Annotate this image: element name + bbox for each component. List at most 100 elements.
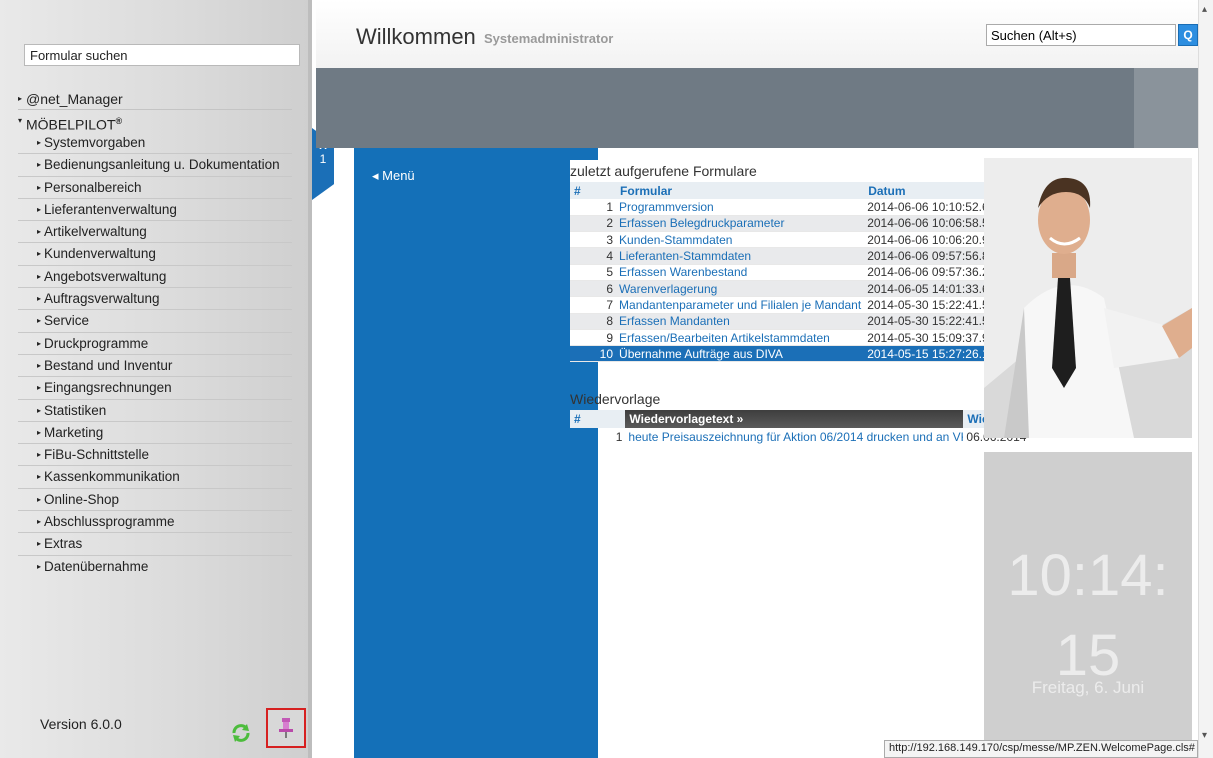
table-row[interactable]: 10 Übernahme Aufträge aus DIVA 2014-05-15 … — [570, 345, 1025, 363]
caret-right-icon: ▸ — [37, 271, 42, 281]
nav-item-net-manager[interactable]: ▸ @net_Manager — [18, 88, 292, 110]
table-row[interactable]: 3 Kunden-Stammdaten 2014-06-06 10:06:20.98… — [570, 231, 1025, 249]
pin-button[interactable] — [266, 708, 306, 748]
caret-right-icon: ▸ — [37, 338, 42, 348]
caret-right-icon: ▸ — [37, 182, 42, 192]
sidebar-item-label: Marketing — [44, 424, 104, 440]
recent-forms-title: zuletzt aufgerufene Formulare — [570, 163, 757, 179]
row-form-link[interactable]: Mandantenparameter und Filialen je Manda… — [616, 296, 865, 314]
caret-right-icon: ▸ — [37, 383, 42, 393]
col-header-text[interactable]: Wiedervorlagetext » — [625, 410, 964, 428]
row-form-link[interactable]: Erfassen Belegdruckparameter — [616, 215, 865, 233]
version-label: Version 6.0.0 — [40, 716, 122, 732]
sidebar-item[interactable]: ▸ Datenübernahme — [18, 556, 292, 578]
row-form-link[interactable]: Programmversion — [616, 199, 865, 216]
sidebar-item[interactable]: ▸ Lieferantenverwaltung — [18, 199, 292, 222]
row-num: 5 — [570, 264, 617, 281]
refresh-icon[interactable] — [230, 722, 252, 744]
row-form-link[interactable]: Warenverlagerung — [616, 280, 865, 298]
row-num: 1 — [570, 199, 617, 216]
sidebar-item[interactable]: ▸ Angebotsverwaltung — [18, 266, 292, 289]
sidebar-item-label: Lieferantenverwaltung — [44, 201, 177, 217]
search-button[interactable]: Q — [1178, 24, 1198, 46]
sidebar-item[interactable]: ▸ Eingangsrechnungen — [18, 377, 292, 400]
sidebar-item[interactable]: ▸ Extras — [18, 533, 292, 556]
clock-widget: 10:14: 15 Freitag, 6. Juni — [984, 452, 1192, 742]
sidebar: ▸@net_Manager ▾MÖBELPILOT® ▸Systemvorgab… — [0, 0, 312, 758]
menu-link[interactable]: ◂ Menü — [372, 168, 415, 184]
sidebar-item[interactable]: ▸ Auftragsverwaltung — [18, 288, 292, 311]
sidebar-item-label: Kundenverwaltung — [44, 246, 156, 262]
caret-right-icon: ▸ — [18, 94, 23, 103]
table-row[interactable]: 6 Warenverlagerung 2014-06-05 14:01:33.652… — [570, 280, 1025, 298]
menu-column — [354, 148, 598, 758]
sidebar-item[interactable]: ▸ FiBu-Schnittstelle — [18, 444, 292, 467]
sidebar-item-label: Kassenkommunikation — [44, 469, 180, 485]
nav-label: @net_Manager — [26, 91, 123, 107]
sidebar-item-label: Bedienungsanleitung u. Dokumentation — [44, 157, 280, 173]
table-row[interactable]: 4 Lieferanten-Stammdaten 2014-06-06 09:57:… — [570, 247, 1025, 265]
status-url: http://192.168.149.170/csp/messe/MP.ZEN.… — [884, 740, 1198, 758]
form-search-input[interactable] — [24, 44, 300, 66]
sidebar-item[interactable]: ▸ Statistiken — [18, 400, 292, 422]
sidebar-item-label: Extras — [44, 536, 83, 552]
sidebar-item[interactable]: ▸ Personalbereich — [18, 177, 292, 199]
sidebar-item[interactable]: ▸ Online-Shop — [18, 489, 292, 512]
caret-right-icon: ▸ — [37, 561, 42, 571]
pin-icon — [279, 718, 293, 738]
sidebar-item[interactable]: ▸ Artikelverwaltung — [18, 221, 292, 244]
sidebar-item[interactable]: ▸ Kassenkommunikation — [18, 466, 292, 489]
sidebar-item[interactable]: ▸ Druckprogramme — [18, 333, 292, 355]
caret-right-icon: ▸ — [37, 138, 42, 147]
table-row[interactable]: 7 Mandantenparameter und Filialen je Mand… — [570, 296, 1025, 314]
header-band — [316, 68, 1134, 148]
sidebar-item[interactable]: ▸ Service — [18, 310, 292, 333]
clock-date: Freitag, 6. Juni — [1031, 678, 1145, 697]
caret-right-icon: ▸ — [37, 249, 42, 259]
row-form-link[interactable]: Erfassen/Bearbeiten Artikelstammdaten — [616, 329, 865, 347]
sidebar-item-label: FiBu-Schnittstelle — [44, 447, 150, 463]
row-form-link[interactable]: Übernahme Aufträge aus DIVA — [616, 345, 865, 363]
page-scrollbar[interactable]: ▴ ▾ — [1198, 0, 1213, 758]
sidebar-item-label: Systemvorgaben — [44, 135, 146, 150]
caret-right-icon: ▸ — [37, 227, 42, 237]
caret-right-icon: ▸ — [37, 427, 42, 437]
row-num: 3 — [570, 231, 617, 249]
caret-right-icon: ▸ — [37, 450, 42, 460]
scroll-up-icon[interactable]: ▴ — [1202, 4, 1207, 15]
table-row[interactable]: 8 Erfassen Mandanten 2014-05-30 15:22:41.5… — [570, 313, 1025, 330]
sidebar-item[interactable]: ▸ Bestand und Inventur — [18, 355, 292, 378]
sidebar-item[interactable]: ▸ Kundenverwaltung — [18, 243, 292, 266]
sidebar-item[interactable]: ▸ Systemvorgaben — [18, 132, 292, 155]
registered-mark: ® — [115, 116, 123, 126]
sidebar-item[interactable]: ▸ Abschlussprogramme — [18, 511, 292, 534]
col-header-num: # — [570, 182, 617, 199]
global-search-input[interactable] — [986, 24, 1176, 46]
sidebar-item-label: Statistiken — [44, 402, 107, 418]
row-form-link[interactable]: Erfassen Mandanten — [616, 313, 865, 330]
col-header-form[interactable]: Formular — [616, 182, 865, 199]
sidebar-item-label: Online-Shop — [44, 491, 120, 507]
recent-forms-table: # Formular Datum 1 Programmversion 2014-06… — [570, 182, 1025, 363]
sidebar-item[interactable]: ▸ Bedienungsanleitung u. Dokumentation — [18, 154, 292, 177]
table-row[interactable]: 1 Programmversion 2014-06-06 10:10:52.6480… — [570, 199, 1025, 216]
row-form-link[interactable]: Erfassen Warenbestand — [616, 264, 865, 281]
caret-right-icon: ▸ — [37, 517, 42, 527]
table-row[interactable]: 5 Erfassen Warenbestand 2014-06-06 09:57:3… — [570, 264, 1025, 281]
header: Willkommen Systemadministrator Q — [316, 0, 1213, 68]
table-row[interactable]: 9 Erfassen/Bearbeiten Artikelstammdaten 20… — [570, 329, 1025, 347]
row-form-link[interactable]: Kunden-Stammdaten — [616, 231, 865, 249]
nav-item-moebelpilot[interactable]: ▾ MÖBELPILOT® — [18, 110, 292, 133]
scroll-down-icon[interactable]: ▾ — [1202, 730, 1207, 741]
sidebar-item-label: Angebotsverwaltung — [44, 268, 167, 284]
sidebar-item[interactable]: ▸ Marketing — [18, 422, 292, 445]
clock-time-hours-minutes: 10:14: — [1007, 543, 1169, 608]
row-num: 10 — [570, 345, 617, 363]
caret-right-icon: ▸ — [37, 204, 42, 214]
row-form-link[interactable]: Lieferanten-Stammdaten — [616, 247, 865, 265]
caret-right-icon: ▸ — [37, 316, 42, 326]
row-text[interactable]: heute Preisauszeichnung für Aktion 06/20… — [625, 428, 963, 446]
caret-right-icon: ▸ — [37, 160, 42, 170]
sidebar-nav: ▸ @net_Manager ▾ MÖBELPILOT® ▸ Systemvorgab… — [18, 88, 292, 578]
table-row[interactable]: 2 Erfassen Belegdruckparameter 2014-06-06 … — [570, 215, 1025, 233]
